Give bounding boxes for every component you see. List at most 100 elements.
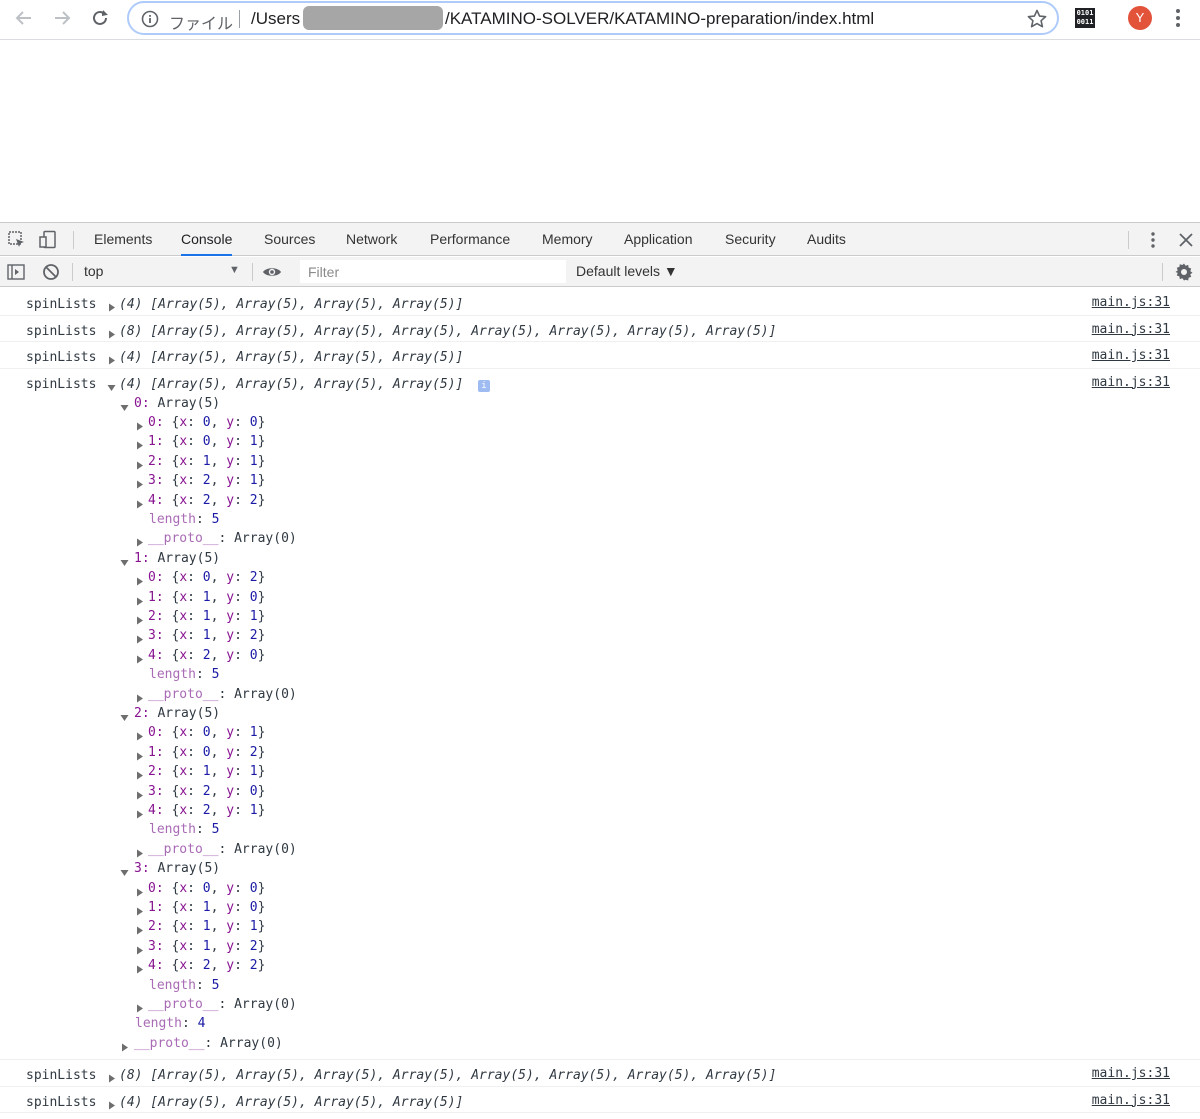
expand-triangle-icon[interactable] (107, 1072, 116, 1083)
source-link[interactable]: main.js:31 (1092, 322, 1170, 337)
expand-triangle-icon[interactable] (135, 594, 144, 605)
tab-performance[interactable]: Performance (430, 223, 510, 256)
tab-application[interactable]: Application (624, 223, 693, 256)
expand-triangle-icon[interactable] (107, 1099, 116, 1110)
console-message[interactable]: spinLists (8) [Array(5), Array(5), Array(… (0, 316, 1200, 342)
console-message[interactable]: spinLists(4) [Array(5), Array(5), Array(… (0, 289, 1200, 316)
expand-triangle-icon[interactable] (135, 632, 144, 644)
tree-row[interactable]: __proto__: Array(0) (135, 996, 297, 1014)
source-link[interactable]: main.js:31 (1092, 1066, 1170, 1081)
info-icon[interactable] (141, 10, 159, 28)
tree-row[interactable]: 4: {x: 2, y: 1} (135, 802, 265, 820)
console-filter-input[interactable] (300, 260, 566, 283)
tree-row[interactable]: __proto__: Array(0) (135, 686, 297, 704)
context-dropdown-icon[interactable]: ▼ (229, 264, 240, 276)
expand-triangle-icon[interactable] (135, 652, 144, 664)
info-badge-icon[interactable]: i (478, 379, 490, 392)
tree-row[interactable]: 1: {x: 1, y: 0} (135, 899, 265, 917)
address-bar[interactable]: ファイル /Users /KATAMINO-SOLVER/KATAMINO-pr… (127, 1, 1059, 35)
tab-elements[interactable]: Elements (94, 223, 152, 256)
collapse-triangle-icon[interactable] (107, 381, 116, 391)
tab-network[interactable]: Network (346, 223, 397, 256)
tree-row[interactable]: 2: {x: 1, y: 1} (135, 453, 265, 471)
tree-row[interactable]: 4: {x: 2, y: 0} (135, 647, 265, 665)
live-expression-eye-icon[interactable] (262, 262, 282, 282)
back-arrow-icon[interactable] (10, 6, 38, 30)
tree-row[interactable]: __proto__: Array(0) (120, 1035, 283, 1053)
expand-triangle-icon[interactable] (107, 301, 116, 312)
expand-triangle-icon[interactable] (135, 574, 144, 586)
source-link[interactable]: main.js:31 (1092, 1093, 1170, 1108)
tree-row[interactable]: 0: {x: 0, y: 2} (135, 569, 265, 587)
tree-row[interactable]: 2: {x: 1, y: 1} (135, 608, 265, 626)
tree-row[interactable]: 1: {x: 1, y: 0} (135, 589, 265, 607)
collapse-triangle-icon[interactable] (120, 710, 129, 721)
expand-triangle-icon[interactable] (135, 923, 144, 935)
profile-avatar[interactable]: Y (1128, 6, 1152, 30)
source-link[interactable]: main.js:31 (1092, 375, 1170, 390)
devtools-menu-icon[interactable] (1143, 230, 1163, 250)
tab-memory[interactable]: Memory (542, 223, 593, 256)
expand-triangle-icon[interactable] (107, 354, 116, 365)
expand-triangle-icon[interactable] (135, 477, 144, 489)
expand-triangle-icon[interactable] (135, 691, 144, 702)
browser-menu-icon[interactable] (1168, 7, 1188, 29)
context-selector[interactable]: top (84, 263, 103, 279)
expand-triangle-icon[interactable] (135, 846, 144, 858)
expand-triangle-icon[interactable] (135, 458, 144, 470)
source-link[interactable]: main.js:31 (1092, 348, 1170, 363)
device-toolbar-icon[interactable] (38, 230, 58, 250)
tree-row[interactable]: 2: {x: 1, y: 1} (135, 918, 265, 936)
tab-console[interactable]: Console (181, 223, 233, 256)
tree-row[interactable]: length: 5 (149, 821, 219, 839)
tree-row[interactable]: 2: {x: 1, y: 1} (135, 763, 265, 781)
collapse-triangle-icon[interactable] (120, 555, 129, 566)
tree-row[interactable]: __proto__: Array(0) (135, 530, 297, 548)
tab-security[interactable]: Security (725, 223, 776, 256)
tree-row[interactable]: 0: Array(5) (120, 395, 220, 413)
tree-row[interactable]: 1: {x: 0, y: 2} (135, 744, 265, 762)
expand-triangle-icon[interactable] (135, 1001, 144, 1013)
forward-arrow-icon[interactable] (48, 6, 76, 30)
tab-audits[interactable]: Audits (807, 223, 846, 256)
tree-row[interactable]: 3: {x: 1, y: 2} (135, 938, 265, 956)
console-message[interactable]: spinLists(4) [Array(5), Array(5), Array(… (0, 342, 1200, 369)
tree-row[interactable]: 3: {x: 2, y: 0} (135, 783, 265, 801)
console-message[interactable]: spinLists(4) [Array(5), Array(5), Array(… (0, 1113, 1200, 1119)
tree-row[interactable]: 1: {x: 0, y: 1} (135, 433, 265, 451)
source-link[interactable]: main.js:31 (1092, 295, 1170, 310)
tree-row[interactable]: 4: {x: 2, y: 2} (135, 957, 265, 975)
expand-triangle-icon[interactable] (135, 788, 144, 799)
tree-row[interactable]: 3: Array(5) (120, 860, 220, 878)
collapse-triangle-icon[interactable] (120, 400, 129, 411)
expand-triangle-icon[interactable] (135, 807, 144, 819)
show-sidebar-icon[interactable] (6, 262, 26, 282)
tree-row[interactable]: 2: Array(5) (120, 705, 220, 723)
tree-row[interactable]: 1: Array(5) (120, 550, 220, 568)
tree-row[interactable]: 3: {x: 1, y: 2} (135, 627, 265, 645)
bookmark-star-icon[interactable] (1026, 8, 1048, 30)
tree-row[interactable]: 4: {x: 2, y: 2} (135, 492, 265, 510)
console-settings-gear-icon[interactable] (1174, 262, 1194, 282)
close-devtools-icon[interactable] (1176, 230, 1196, 250)
collapse-triangle-icon[interactable] (120, 865, 129, 877)
expand-triangle-icon[interactable] (135, 943, 144, 955)
tree-row[interactable]: length: 5 (149, 666, 219, 684)
tab-sources[interactable]: Sources (264, 223, 315, 256)
tree-row[interactable]: length: 5 (149, 977, 219, 995)
binary-extension-icon[interactable]: 0101 0011 (1075, 8, 1095, 28)
expand-triangle-icon[interactable] (135, 419, 144, 431)
log-levels-dropdown[interactable]: Default levels ▼ (576, 263, 678, 279)
tree-row[interactable]: 0: {x: 0, y: 1} (135, 724, 265, 742)
expand-triangle-icon[interactable] (135, 729, 144, 741)
expand-triangle-icon[interactable] (135, 962, 144, 974)
expand-triangle-icon[interactable] (135, 535, 144, 547)
expand-triangle-icon[interactable] (135, 885, 144, 896)
expand-triangle-icon[interactable] (135, 749, 144, 761)
expand-triangle-icon[interactable] (135, 438, 144, 450)
console-message[interactable]: spinLists(4) [Array(5), Array(5), Array(… (0, 369, 1200, 1061)
expand-triangle-icon[interactable] (135, 497, 144, 508)
tree-row[interactable]: __proto__: Array(0) (135, 841, 297, 859)
clear-console-icon[interactable] (41, 262, 61, 282)
console-message[interactable]: spinLists (8) [Array(5), Array(5), Array(… (0, 1060, 1200, 1087)
